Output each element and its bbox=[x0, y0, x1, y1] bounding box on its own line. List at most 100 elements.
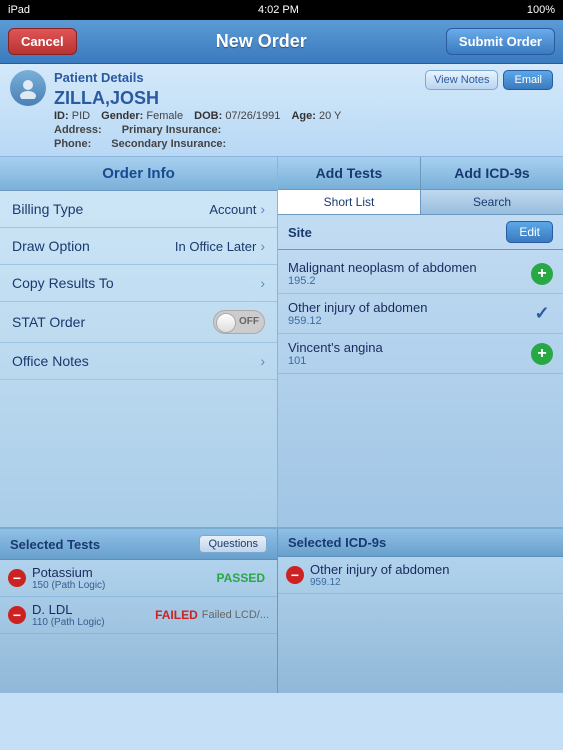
test-item-info-1: D. LDL 110 (Path Logic) bbox=[32, 602, 151, 628]
test-item-name-0: Potassium bbox=[32, 565, 213, 580]
tab-add-icd9s[interactable]: Add ICD-9s bbox=[421, 157, 563, 189]
phone-label: Phone: bbox=[54, 138, 91, 150]
patient-name: ZILLA,JOSH bbox=[54, 88, 349, 109]
icd-item-action-2-icon[interactable]: + bbox=[531, 343, 553, 365]
top-tabs: Add Tests Add ICD-9s bbox=[278, 157, 563, 190]
tab-add-tests[interactable]: Add Tests bbox=[278, 157, 421, 189]
time-label: 4:02 PM bbox=[258, 4, 299, 16]
remove-test-button-0[interactable]: − bbox=[8, 569, 26, 587]
copy-results-label: Copy Results To bbox=[12, 275, 260, 291]
primary-ins-label: Primary Insurance: bbox=[122, 124, 222, 136]
secondary-ins-label: Secondary Insurance: bbox=[111, 138, 226, 150]
icd-item-name-0: Malignant neoplasm of abdomen bbox=[288, 260, 531, 275]
billing-chevron-icon: › bbox=[260, 201, 265, 217]
gender-value: Female bbox=[146, 110, 183, 122]
site-bar: Site Edit bbox=[278, 215, 563, 250]
billing-type-row[interactable]: Billing Type Account › bbox=[0, 191, 277, 228]
selected-icd-list: − Other injury of abdomen 959.12 bbox=[278, 557, 563, 594]
site-label: Site bbox=[288, 225, 312, 240]
icd-list-item[interactable]: Other injury of abdomen 959.12 ✓ bbox=[278, 294, 563, 334]
dob-value: 07/26/1991 bbox=[225, 110, 280, 122]
age-value: 20 Y bbox=[319, 110, 341, 122]
office-notes-row[interactable]: Office Notes › bbox=[0, 343, 277, 380]
draw-option-row[interactable]: Draw Option In Office Later › bbox=[0, 228, 277, 265]
status-bar: iPad 4:02 PM 100% bbox=[0, 0, 563, 20]
stat-order-toggle[interactable]: OFF bbox=[213, 310, 265, 334]
selected-tests-title: Selected Tests bbox=[10, 537, 100, 552]
icd-list-item[interactable]: Malignant neoplasm of abdomen 195.2 + bbox=[278, 254, 563, 294]
selected-tests-panel: Selected Tests Questions − Potassium 150… bbox=[0, 529, 278, 693]
add-tests-panel: Add Tests Add ICD-9s Short List Search S… bbox=[278, 157, 563, 527]
selected-icd-header: Selected ICD-9s bbox=[278, 529, 563, 557]
address-label: Address: bbox=[54, 124, 102, 136]
patient-details: Address: Primary Insurance: bbox=[54, 124, 349, 136]
icd-item-action-1-icon[interactable]: ✓ bbox=[531, 303, 553, 325]
draw-option-value: In Office Later bbox=[175, 239, 256, 254]
billing-type-label: Billing Type bbox=[12, 201, 209, 217]
icd-item-text-0: Malignant neoplasm of abdomen 195.2 bbox=[288, 260, 531, 287]
selected-icd-item[interactable]: − Other injury of abdomen 959.12 bbox=[278, 557, 563, 594]
test-status-extra: Failed LCD/... bbox=[202, 609, 269, 621]
test-status-badge: PASSED bbox=[213, 570, 269, 586]
selected-tests-list: − Potassium 150 (Path Logic) PASSED − D.… bbox=[0, 560, 277, 634]
test-status-badge: FAILED bbox=[151, 607, 202, 623]
test-item-info-0: Potassium 150 (Path Logic) bbox=[32, 565, 213, 591]
icd-list-item[interactable]: Vincent's angina 101 + bbox=[278, 334, 563, 374]
sub-tab-shortlist[interactable]: Short List bbox=[278, 190, 421, 214]
selected-icd-name-0: Other injury of abdomen bbox=[310, 562, 555, 577]
id-label: ID: bbox=[54, 110, 69, 122]
patient-action-buttons: View Notes Email bbox=[425, 70, 553, 90]
selected-icd-code-0: 959.12 bbox=[310, 577, 555, 588]
test-item-name-1: D. LDL bbox=[32, 602, 151, 617]
nav-bar: Cancel New Order Submit Order bbox=[0, 20, 563, 64]
sub-tabs: Short List Search bbox=[278, 190, 563, 215]
remove-test-button-1[interactable]: − bbox=[8, 606, 26, 624]
email-button[interactable]: Email bbox=[503, 70, 553, 90]
submit-order-button[interactable]: Submit Order bbox=[446, 28, 555, 55]
order-info-panel: Order Info Billing Type Account › Draw O… bbox=[0, 157, 278, 527]
draw-option-label: Draw Option bbox=[12, 238, 175, 254]
toggle-text: OFF bbox=[239, 316, 259, 327]
test-item-sub-1: 110 (Path Logic) bbox=[32, 617, 151, 628]
patient-details-2: Phone: Secondary Insurance: bbox=[54, 138, 349, 150]
cancel-button[interactable]: Cancel bbox=[8, 28, 77, 55]
id-value: PID bbox=[72, 110, 90, 122]
order-info-title: Order Info bbox=[0, 157, 277, 191]
site-edit-button[interactable]: Edit bbox=[506, 221, 553, 243]
selected-test-item[interactable]: − Potassium 150 (Path Logic) PASSED bbox=[0, 560, 277, 597]
view-notes-button[interactable]: View Notes bbox=[425, 70, 498, 90]
stat-order-row[interactable]: STAT Order OFF bbox=[0, 302, 277, 343]
copy-results-row[interactable]: Copy Results To › bbox=[0, 265, 277, 302]
stat-order-label: STAT Order bbox=[12, 314, 213, 330]
carrier-label: iPad bbox=[8, 4, 30, 16]
toggle-knob bbox=[216, 313, 236, 333]
age-label: Age: bbox=[291, 110, 315, 122]
selected-icd-title: Selected ICD-9s bbox=[288, 535, 386, 550]
patient-info: Patient Details ZILLA,JOSH ID: PID Gende… bbox=[54, 70, 553, 150]
questions-button[interactable]: Questions bbox=[199, 535, 267, 553]
selected-tests-header: Selected Tests Questions bbox=[0, 529, 277, 560]
remove-icd-button-0[interactable]: − bbox=[286, 566, 304, 584]
icd-item-code-1: 959.12 bbox=[288, 315, 531, 327]
gender-label: Gender: bbox=[101, 110, 143, 122]
office-notes-label: Office Notes bbox=[12, 353, 260, 369]
main-content: Order Info Billing Type Account › Draw O… bbox=[0, 157, 563, 527]
office-notes-chevron-icon: › bbox=[260, 353, 265, 369]
bottom-section: Selected Tests Questions − Potassium 150… bbox=[0, 527, 563, 693]
sub-tab-search[interactable]: Search bbox=[421, 190, 563, 214]
selected-test-item[interactable]: − D. LDL 110 (Path Logic) FAILED Failed … bbox=[0, 597, 277, 634]
icd-item-code-0: 195.2 bbox=[288, 275, 531, 287]
icd-item-text-1: Other injury of abdomen 959.12 bbox=[288, 300, 531, 327]
draw-option-chevron-icon: › bbox=[260, 238, 265, 254]
patient-section: Patient Details ZILLA,JOSH ID: PID Gende… bbox=[0, 64, 563, 157]
icd-item-text-2: Vincent's angina 101 bbox=[288, 340, 531, 367]
patient-section-label: Patient Details bbox=[54, 70, 349, 85]
copy-results-chevron-icon: › bbox=[260, 275, 265, 291]
battery-label: 100% bbox=[527, 4, 555, 16]
selected-icd-panel: Selected ICD-9s − Other injury of abdome… bbox=[278, 529, 563, 693]
icd-item-code-2: 101 bbox=[288, 355, 531, 367]
icd-item-action-0-icon[interactable]: + bbox=[531, 263, 553, 285]
billing-type-value: Account bbox=[209, 202, 256, 217]
page-title: New Order bbox=[216, 31, 307, 52]
avatar bbox=[10, 70, 46, 106]
